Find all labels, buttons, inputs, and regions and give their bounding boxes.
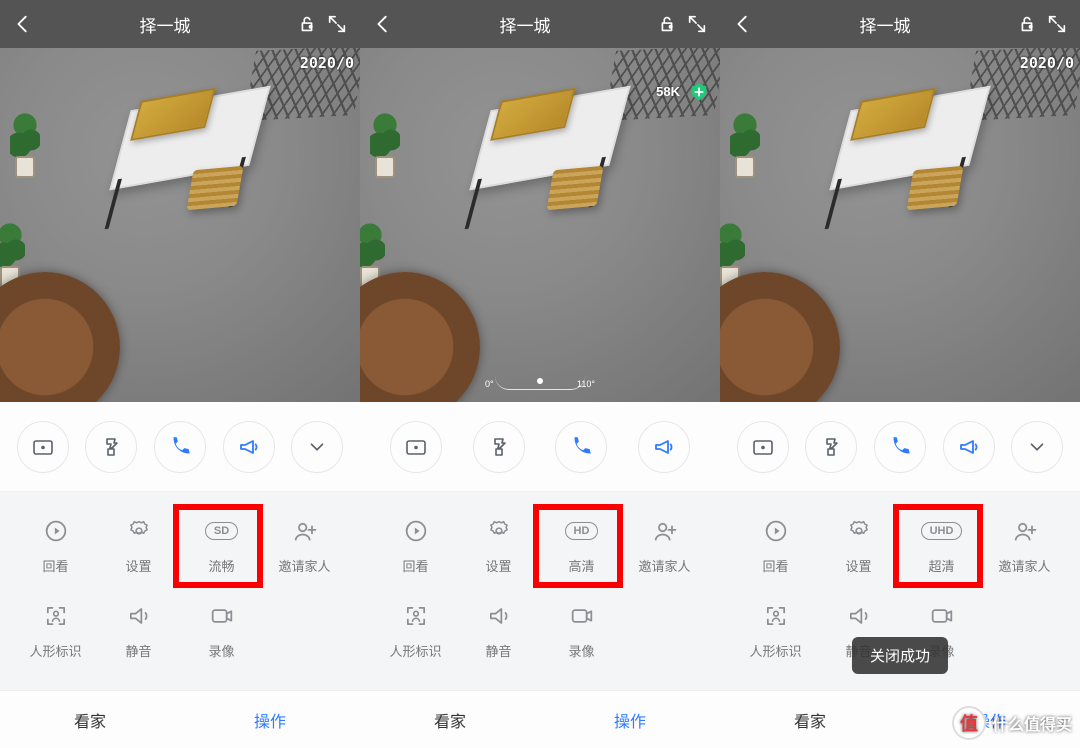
live-video[interactable]: 58K 0° 110° <box>360 48 720 402</box>
watermark: 值 什么值得买 <box>952 706 1072 740</box>
snapshot-button[interactable] <box>17 421 69 473</box>
record-label: 录像 <box>208 641 234 660</box>
settings-button[interactable]: 设置 <box>817 516 900 575</box>
top-bar: 择一城 <box>720 0 1080 48</box>
invite-family-button[interactable]: 邀请家人 <box>983 516 1066 575</box>
quality-badge: SD <box>205 522 238 540</box>
quality-label: 流畅 <box>208 556 234 575</box>
human-mark-button[interactable]: 人形标识 <box>374 601 457 660</box>
playback-button[interactable]: 回看 <box>734 516 817 575</box>
watermark-text: 什么值得买 <box>992 711 1072 735</box>
back-button[interactable] <box>732 13 754 35</box>
bottom-tabs: 看家 操作 <box>360 690 720 748</box>
invite-family-button[interactable]: 邀请家人 <box>263 516 346 575</box>
tab-watch-home[interactable]: 看家 <box>720 691 900 748</box>
snapshot-button[interactable] <box>390 421 442 473</box>
human-mark-button[interactable]: 人形标识 <box>14 601 97 660</box>
human-mark-button[interactable]: 人形标识 <box>734 601 817 660</box>
video-timestamp: 2020/0 <box>1020 54 1074 72</box>
call-button[interactable] <box>555 421 607 473</box>
tab-watch-home[interactable]: 看家 <box>0 691 180 748</box>
fullscreen-button[interactable] <box>1046 13 1068 35</box>
phone-screen-3: 择一城 2020/0 回看 设置 UHD超清 邀请家人 人形标识 静音 录像 关… <box>720 0 1080 748</box>
ptz-compass[interactable]: 0° 110° <box>485 372 595 396</box>
bottom-tabs: 看家 操作 <box>0 690 360 748</box>
call-button[interactable] <box>874 421 926 473</box>
phone-screen-1: 择一城 2020/0 回看 设置 SD 流畅 邀请家人 人形标识 静音 录像 <box>0 0 360 748</box>
snapshot-button[interactable] <box>737 421 789 473</box>
quality-button[interactable]: HD 高清 <box>540 516 623 575</box>
settings-label: 设置 <box>485 556 511 575</box>
human-mark-label: 人形标识 <box>749 641 801 660</box>
playback-label: 回看 <box>762 556 788 575</box>
settings-button[interactable]: 设置 <box>457 516 540 575</box>
megaphone-button[interactable] <box>638 421 690 473</box>
invite-label: 邀请家人 <box>998 556 1050 575</box>
quality-button[interactable]: SD 流畅 <box>180 516 263 575</box>
invite-family-button[interactable]: 邀请家人 <box>623 516 706 575</box>
megaphone-button[interactable] <box>943 421 995 473</box>
quick-action-row <box>360 402 720 492</box>
playback-button[interactable]: 回看 <box>374 516 457 575</box>
compass-left-deg: 0° <box>485 379 494 389</box>
record-button[interactable]: 录像 <box>540 601 623 660</box>
quick-action-row <box>720 402 1080 492</box>
action-panel: 回看 设置 HD 高清 邀请家人 人形标识 静音 录像 看家 操作 <box>360 492 720 748</box>
fullscreen-button[interactable] <box>686 13 708 35</box>
camera-title: 择一城 <box>42 12 288 37</box>
record-label: 录像 <box>568 641 594 660</box>
invite-label: 邀请家人 <box>278 556 330 575</box>
settings-button[interactable]: 设置 <box>97 516 180 575</box>
settings-label: 设置 <box>845 556 871 575</box>
back-button[interactable] <box>12 13 34 35</box>
collapse-button[interactable] <box>1011 421 1063 473</box>
camera-title: 择一城 <box>402 12 648 37</box>
flashlight-button[interactable] <box>85 421 137 473</box>
bitrate-indicator: 58K <box>656 84 680 99</box>
quality-label: 超清 <box>928 556 954 575</box>
top-bar: 择一城 <box>360 0 720 48</box>
quick-action-row <box>0 402 360 492</box>
mute-label: 静音 <box>125 641 151 660</box>
privacy-lock-button[interactable] <box>296 13 318 35</box>
record-button[interactable]: 录像 <box>180 601 263 660</box>
megaphone-button[interactable] <box>223 421 275 473</box>
quality-button[interactable]: UHD 超清 <box>900 516 983 575</box>
mute-label: 静音 <box>485 641 511 660</box>
live-video[interactable]: 2020/0 <box>0 48 360 402</box>
tab-operate[interactable]: 操作 <box>540 691 720 748</box>
top-bar: 择一城 <box>0 0 360 48</box>
fullscreen-button[interactable] <box>326 13 348 35</box>
privacy-lock-button[interactable] <box>656 13 678 35</box>
phone-screen-2: 择一城 58K 0° 110° 回看 设置 HD高清 邀请家人 人形标识 静 <box>360 0 720 748</box>
live-video[interactable]: 2020/0 <box>720 48 1080 402</box>
mute-button[interactable]: 静音 <box>457 601 540 660</box>
quality-badge: HD <box>565 522 599 540</box>
back-button[interactable] <box>372 13 394 35</box>
mute-button[interactable]: 静音 <box>97 601 180 660</box>
shield-icon[interactable] <box>688 80 710 104</box>
action-panel: 回看 设置 SD 流畅 邀请家人 人形标识 静音 录像 看家 操作 <box>0 492 360 748</box>
playback-label: 回看 <box>402 556 428 575</box>
playback-button[interactable]: 回看 <box>14 516 97 575</box>
flashlight-button[interactable] <box>805 421 857 473</box>
toast-message: 关闭成功 <box>852 637 948 674</box>
privacy-lock-button[interactable] <box>1016 13 1038 35</box>
collapse-button[interactable] <box>291 421 343 473</box>
call-button[interactable] <box>154 421 206 473</box>
video-timestamp: 2020/0 <box>300 54 354 72</box>
human-mark-label: 人形标识 <box>389 641 441 660</box>
camera-title: 择一城 <box>762 12 1008 37</box>
invite-label: 邀请家人 <box>638 556 690 575</box>
tab-operate[interactable]: 操作 <box>180 691 360 748</box>
quality-label: 高清 <box>568 556 594 575</box>
flashlight-button[interactable] <box>473 421 525 473</box>
playback-label: 回看 <box>42 556 68 575</box>
tab-watch-home[interactable]: 看家 <box>360 691 540 748</box>
human-mark-label: 人形标识 <box>29 641 81 660</box>
quality-badge: UHD <box>921 522 963 540</box>
settings-label: 设置 <box>125 556 151 575</box>
watermark-logo: 值 <box>952 706 986 740</box>
